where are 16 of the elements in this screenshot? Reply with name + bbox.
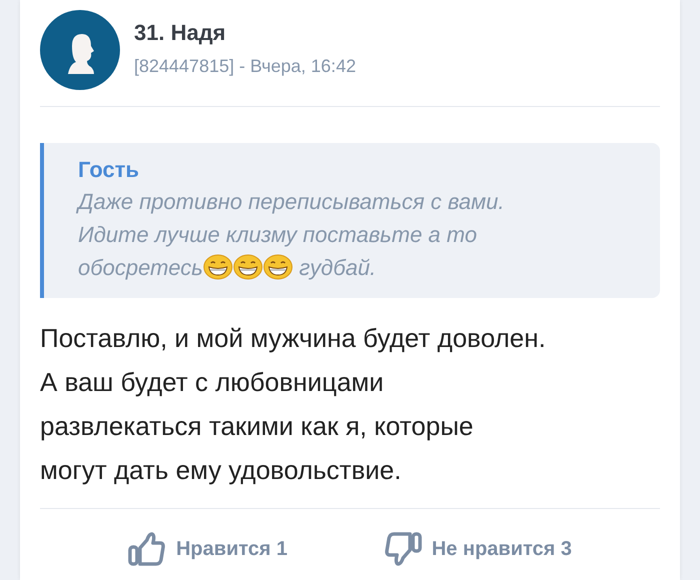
quote-text: гудбай. — [299, 255, 376, 280]
post-meta: [824447815] - Вчера, 16:42 — [134, 56, 356, 77]
quote-text: обосретесь — [78, 255, 203, 280]
dislike-button[interactable]: Не нравится 3 — [376, 527, 580, 571]
grinning-emoji-icon — [202, 254, 233, 280]
quote-text: Даже противно переписываться с вами. — [78, 189, 504, 214]
author-name: 31. Надя — [134, 20, 227, 46]
thumbs-down-icon — [384, 531, 422, 567]
grinning-emoji-icon — [232, 254, 263, 280]
like-button[interactable]: Нравится 1 — [120, 527, 296, 571]
message-text: Поставлю, и мой мужчина будет доволен. А ваш будет с любовницами развлекаться такими как я, которые могут дать ему удовольствие. — [40, 322, 547, 487]
grinning-emoji-icon — [262, 254, 293, 280]
thumbs-up-icon — [128, 531, 166, 567]
avatar-icon — [40, 10, 120, 90]
quote-text: Идите лучше клизму поставьте а то — [78, 222, 477, 247]
quote-author: Гость — [78, 159, 140, 181]
